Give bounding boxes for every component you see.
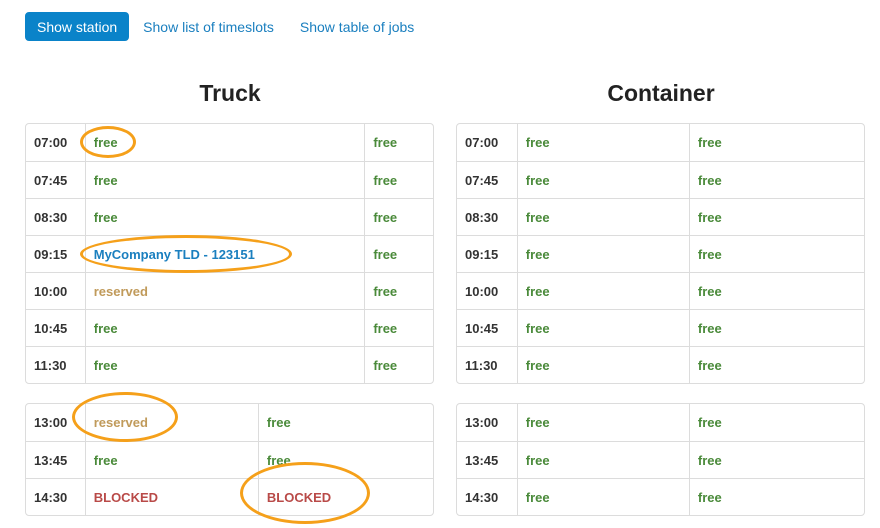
timeslot-status-free[interactable]: free <box>364 310 433 346</box>
timeslot-status-free[interactable]: free <box>688 124 864 161</box>
timeslot-status-free[interactable]: free <box>516 273 689 309</box>
timeslot-time: 09:15 <box>34 246 68 262</box>
timeslot-row: 10:45 free free <box>26 309 433 346</box>
timeslot-time: 14:30 <box>465 489 499 505</box>
timeslot-row: 13:45 free free <box>457 441 864 478</box>
timeslot-row: 11:30 free free <box>26 346 433 383</box>
container-timeslot-table-morning: 07:00 free free 07:45 free free 08:30 free free 0… <box>456 123 865 384</box>
timeslot-status-free[interactable]: free <box>84 199 365 235</box>
timeslot-time: 13:00 <box>34 415 68 430</box>
timeslot-time: 11:30 <box>34 357 67 373</box>
timeslot-status-blocked[interactable]: BLOCKED <box>257 479 433 515</box>
timeslot-status-free[interactable]: free <box>257 404 433 441</box>
timeslot-row: 07:00 free free <box>26 124 433 161</box>
timeslot-row: 10:45 free free <box>457 309 864 346</box>
timeslot-time: 10:45 <box>465 320 499 336</box>
timeslot-status-reserved[interactable]: reserved <box>84 273 365 309</box>
timeslot-status-free[interactable]: free <box>84 442 258 478</box>
timeslot-status-free[interactable]: free <box>257 442 433 478</box>
timeslot-row: 10:00 reserved free <box>26 272 433 309</box>
timeslot-status-free[interactable]: free <box>688 162 864 198</box>
timeslot-time: 07:45 <box>34 172 68 188</box>
timeslot-row: 13:00 free free <box>457 404 864 441</box>
timeslot-status-free[interactable]: free <box>516 442 689 478</box>
timeslot-time: 13:00 <box>465 415 499 430</box>
truck-timeslot-table-afternoon: 13:00 reserved free 13:45 free free 14:30 BLOCK… <box>25 403 434 516</box>
timeslot-status-free[interactable]: free <box>688 479 864 515</box>
timeslot-status-free[interactable]: free <box>688 347 864 383</box>
timeslot-time: 08:30 <box>465 209 499 225</box>
timeslot-status-free[interactable]: free <box>364 236 433 272</box>
timeslot-status-free[interactable]: free <box>688 404 864 441</box>
timeslot-row: 14:30 BLOCKED BLOCKED <box>26 478 433 515</box>
timeslot-row: 11:30 free free <box>457 346 864 383</box>
timeslot-status-free[interactable]: free <box>364 347 433 383</box>
timeslot-status-booked[interactable]: MyCompany TLD - 123151 <box>84 236 365 272</box>
timeslot-status-free[interactable]: free <box>84 310 365 346</box>
timeslot-row: 10:00 free free <box>457 272 864 309</box>
timeslot-status-free[interactable]: free <box>364 162 433 198</box>
timeslot-row: 14:30 free free <box>457 478 864 515</box>
timeslot-time: 10:45 <box>34 320 68 336</box>
timeslot-time: 07:45 <box>465 172 499 188</box>
timeslot-status-free[interactable]: free <box>516 404 689 441</box>
timeslot-status-free[interactable]: free <box>516 124 689 161</box>
timeslot-time: 14:30 <box>34 489 68 505</box>
container-timeslot-table-afternoon: 13:00 free free 13:45 free free 14:30 free free <box>456 403 865 516</box>
timeslot-status-blocked[interactable]: BLOCKED <box>84 479 258 515</box>
truck-timeslot-table-morning: 07:00 free free 07:45 free free 08:30 free free 0… <box>25 123 434 384</box>
show-jobs-link[interactable]: Show table of jobs <box>300 19 414 35</box>
timeslot-status-free[interactable]: free <box>688 199 864 235</box>
timeslot-status-free[interactable]: free <box>84 347 365 383</box>
timeslot-status-free[interactable]: free <box>688 236 864 272</box>
timeslot-status-free[interactable]: free <box>516 479 689 515</box>
station-title-container: Container <box>607 80 715 106</box>
timeslot-status-reserved[interactable]: reserved <box>84 404 258 441</box>
timeslot-status-free[interactable]: free <box>364 199 433 235</box>
timeslot-status-free[interactable]: free <box>688 273 864 309</box>
timeslot-row: 08:30 free free <box>26 198 433 235</box>
show-timeslots-link[interactable]: Show list of timeslots <box>143 19 274 35</box>
timeslot-row: 07:45 free free <box>26 161 433 198</box>
timeslot-row: 07:00 free free <box>457 124 864 161</box>
timeslot-status-free[interactable]: free <box>364 273 433 309</box>
timeslot-status-free[interactable]: free <box>516 236 689 272</box>
timeslot-row: 07:45 free free <box>457 161 864 198</box>
timeslot-time: 07:00 <box>34 135 68 150</box>
timeslot-status-free[interactable]: free <box>364 124 433 161</box>
timeslot-status-free[interactable]: free <box>688 310 864 346</box>
timeslot-status-free[interactable]: free <box>516 347 689 383</box>
timeslot-status-free[interactable]: free <box>688 442 864 478</box>
timeslot-row: 09:15 MyCompany TLD - 123151 free <box>26 235 433 272</box>
top-nav: Show station Show list of timeslots Show… <box>25 12 426 41</box>
timeslot-time: 09:15 <box>465 246 499 262</box>
timeslot-time: 13:45 <box>34 452 68 468</box>
timeslot-status-free[interactable]: free <box>516 162 689 198</box>
timeslot-time: 08:30 <box>34 209 68 225</box>
timeslot-status-free[interactable]: free <box>84 162 365 198</box>
station-title-truck: Truck <box>199 80 261 106</box>
timeslot-row: 09:15 free free <box>457 235 864 272</box>
timeslot-time: 11:30 <box>465 357 498 373</box>
timeslot-status-free[interactable]: free <box>84 124 365 161</box>
timeslot-time: 10:00 <box>34 283 68 299</box>
timeslot-time: 13:45 <box>465 452 499 468</box>
timeslot-time: 07:00 <box>465 135 499 150</box>
timeslot-row: 08:30 free free <box>457 198 864 235</box>
show-station-button[interactable]: Show station <box>25 12 130 41</box>
timeslot-status-free[interactable]: free <box>516 310 689 346</box>
timeslot-status-free[interactable]: free <box>516 199 689 235</box>
timeslot-row: 13:00 reserved free <box>26 404 433 441</box>
timeslot-time: 10:00 <box>465 283 499 299</box>
timeslot-row: 13:45 free free <box>26 441 433 478</box>
